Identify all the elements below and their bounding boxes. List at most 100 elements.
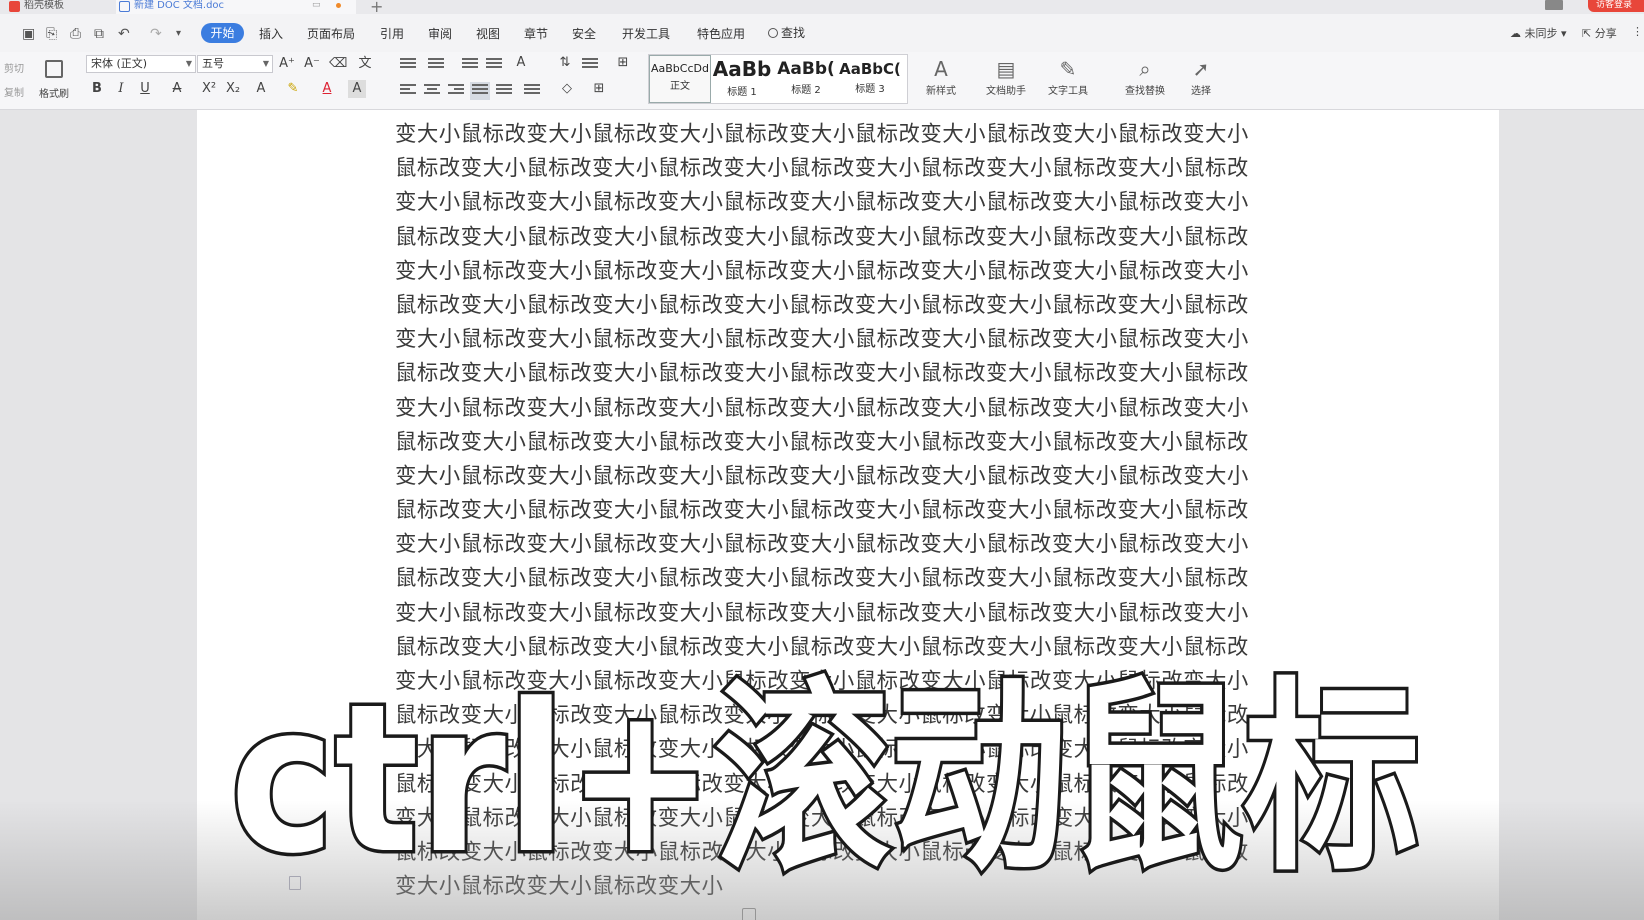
document-line: 鼠标改变大小鼠标改变大小鼠标改变大小鼠标改变大小鼠标改变大小鼠标改变大小鼠标改 (395, 498, 1249, 524)
shrink-font-icon[interactable]: A⁻ (303, 55, 321, 73)
cursor-icon: ➚ (1192, 57, 1210, 81)
document-line: 鼠标改变大小鼠标改变大小鼠标改变大小鼠标改变大小鼠标改变大小鼠标改变大小鼠标改 (395, 566, 1249, 592)
share-button[interactable]: ⇱ 分享 (1582, 25, 1617, 41)
style-preview: AaBb( (777, 59, 835, 79)
superscript-icon[interactable]: X² (200, 80, 218, 98)
menu-page-layout[interactable]: 页面布局 (307, 25, 355, 42)
print-preview-icon[interactable]: ⧉ (94, 26, 104, 42)
document-line: 鼠标改变大小鼠标改变大小鼠标改变大小鼠标改变大小鼠标改变大小鼠标改变大小鼠标改 (395, 361, 1249, 387)
menu-developer-tools[interactable]: 开发工具 (622, 25, 670, 42)
menu-view[interactable]: 视图 (476, 25, 500, 42)
sort-icon[interactable]: ⇅ (556, 54, 574, 72)
sync-status[interactable]: ☁ 未同步 ▾ (1510, 25, 1567, 41)
document-line: 变大小鼠标改变大小鼠标改变大小鼠标改变大小鼠标改变大小鼠标改变大小鼠标改变大小 (395, 258, 1249, 284)
document-line: 变大小鼠标改变大小鼠标改变大小鼠标改变大小鼠标改变大小鼠标改变大小鼠标改变大小 (395, 327, 1249, 353)
strikethrough-icon[interactable]: A (168, 80, 186, 98)
bold-icon[interactable]: B (88, 80, 106, 98)
numbered-list-icon[interactable] (428, 58, 444, 72)
menu-security[interactable]: 安全 (572, 25, 596, 42)
document-line: 鼠标改变大小鼠标改变大小鼠标改变大小鼠标改变大小鼠标改变大小鼠标改变大小鼠标改 (395, 156, 1249, 182)
monitor-icon[interactable]: ▭ (312, 0, 321, 10)
doc-assistant-icon: ▤ (996, 57, 1016, 81)
video-caption-overlay: ctrl+滚动鼠标 (0, 655, 1644, 886)
save-icon[interactable]: ▣ (22, 26, 35, 42)
wps-logo-icon (9, 1, 20, 12)
new-style-button[interactable]: A 新样式 (916, 56, 966, 106)
character-shading-icon[interactable]: A (348, 80, 366, 98)
menu-special-features[interactable]: 特色应用 (697, 25, 745, 42)
font-size-select[interactable]: 五号 ▼ (197, 55, 273, 73)
text-effect-icon[interactable]: A (252, 80, 270, 98)
menu-home[interactable]: 开始 (201, 23, 244, 43)
search-command[interactable]: 查找 (768, 24, 805, 41)
line-spacing-icon[interactable] (524, 84, 540, 98)
doc-assistant-button[interactable]: ▤ 文档助手 (980, 56, 1032, 106)
italic-icon[interactable]: I (112, 80, 130, 98)
format-painter-button[interactable]: 格式刷 (38, 58, 70, 106)
font-color-icon[interactable]: A (318, 80, 336, 98)
table-grid-icon[interactable]: ⊞ (614, 54, 632, 72)
underline-icon[interactable]: U (136, 80, 154, 98)
more-icon[interactable]: ⋮ (1632, 25, 1643, 38)
menu-insert[interactable]: 插入 (259, 25, 283, 42)
tab-docer-templates[interactable]: 稻壳模板 (6, 0, 110, 14)
find-replace-button[interactable]: ⌕ 查找替换 (1114, 56, 1176, 106)
document-line: 变大小鼠标改变大小鼠标改变大小鼠标改变大小鼠标改变大小鼠标改变大小鼠标改变大小 (395, 395, 1249, 421)
style-name: 标题 1 (727, 87, 757, 98)
decrease-indent-icon[interactable] (462, 58, 478, 72)
print-icon[interactable]: ⎙ (70, 26, 81, 42)
style-preview: AaBb (712, 57, 772, 81)
login-button[interactable]: 访客登录 (1588, 0, 1644, 12)
distributed-icon[interactable] (496, 84, 512, 98)
style-preview: AaBbC( (839, 60, 901, 78)
undo-icon[interactable]: ↶ (118, 26, 130, 42)
export-pdf-icon[interactable]: ⎘ (46, 26, 57, 42)
shading-icon[interactable]: ◇ (558, 80, 576, 98)
new-style-label: 新样式 (926, 86, 956, 97)
new-style-icon: A (934, 57, 948, 81)
increase-indent-icon[interactable] (486, 58, 502, 72)
chinese-layout-icon[interactable]: A (512, 54, 530, 72)
styles-gallery: AaBbCcDd 正文 AaBb 标题 1 AaBb( 标题 2 AaBbC( … (648, 54, 908, 104)
cut-button[interactable]: 剪切 (4, 60, 24, 75)
align-center-icon[interactable] (424, 84, 440, 98)
font-name-select[interactable]: 宋体 (正文) ▼ (86, 55, 196, 73)
wrench-icon: ✎ (1059, 57, 1077, 81)
phonetic-guide-icon[interactable]: 文 (356, 55, 374, 73)
align-right-icon[interactable] (448, 84, 464, 98)
document-line: 变大小鼠标改变大小鼠标改变大小鼠标改变大小鼠标改变大小鼠标改变大小鼠标改变大小 (395, 122, 1249, 147)
unsaved-dot-icon (336, 3, 341, 8)
style-heading-1[interactable]: AaBb 标题 1 (711, 55, 773, 103)
customize-quick-access-icon[interactable]: ▾ (176, 28, 181, 39)
grow-font-icon[interactable]: A⁺ (278, 55, 296, 73)
justify-icon[interactable] (470, 82, 490, 100)
subscript-icon[interactable]: X₂ (224, 80, 242, 98)
font-size-value: 五号 (202, 57, 224, 70)
align-left-icon[interactable] (400, 84, 416, 98)
style-normal[interactable]: AaBbCcDd 正文 (649, 55, 711, 103)
window-layout-icon[interactable] (1545, 0, 1563, 10)
text-tools-button[interactable]: ✎ 文字工具 (1038, 56, 1098, 106)
style-heading-2[interactable]: AaBb( 标题 2 (775, 55, 837, 103)
select-button[interactable]: ➚ 选择 (1180, 56, 1222, 106)
caption-text: ctrl+滚动鼠标 (230, 661, 1420, 885)
highlight-icon[interactable]: ✎ (284, 80, 302, 98)
show-hide-marks-icon[interactable] (582, 58, 598, 72)
border-icon[interactable]: ⊞ (590, 80, 608, 98)
copy-button[interactable]: 复制 (4, 84, 24, 99)
document-line: 变大小鼠标改变大小鼠标改变大小鼠标改变大小鼠标改变大小鼠标改变大小鼠标改变大小 (395, 190, 1249, 216)
document-icon (119, 1, 130, 12)
menu-chapter[interactable]: 章节 (524, 25, 548, 42)
title-bar: 稻壳模板 新建 DOC 文档.doc ▭ + 访客登录 (0, 0, 1644, 16)
style-heading-3[interactable]: AaBbC( 标题 3 (839, 55, 901, 103)
menu-references[interactable]: 引用 (380, 25, 404, 42)
menu-review[interactable]: 审阅 (428, 25, 452, 42)
bullet-list-icon[interactable] (400, 58, 416, 72)
chevron-down-icon: ▼ (185, 59, 192, 68)
document-line: 鼠标改变大小鼠标改变大小鼠标改变大小鼠标改变大小鼠标改变大小鼠标改变大小鼠标改 (395, 429, 1249, 455)
menu-bar: ▣ ⎘ ⎙ ⧉ ↶ ↷ ▾ 开始 插入 页面布局 引用 审阅 视图 章节 安全 … (0, 14, 1644, 52)
redo-icon[interactable]: ↷ (150, 26, 162, 42)
document-line: 变大小鼠标改变大小鼠标改变大小鼠标改变大小鼠标改变大小鼠标改变大小鼠标改变大小 (395, 532, 1249, 558)
style-name: 标题 3 (855, 84, 885, 95)
clear-format-icon[interactable]: ⌫ (329, 55, 347, 73)
